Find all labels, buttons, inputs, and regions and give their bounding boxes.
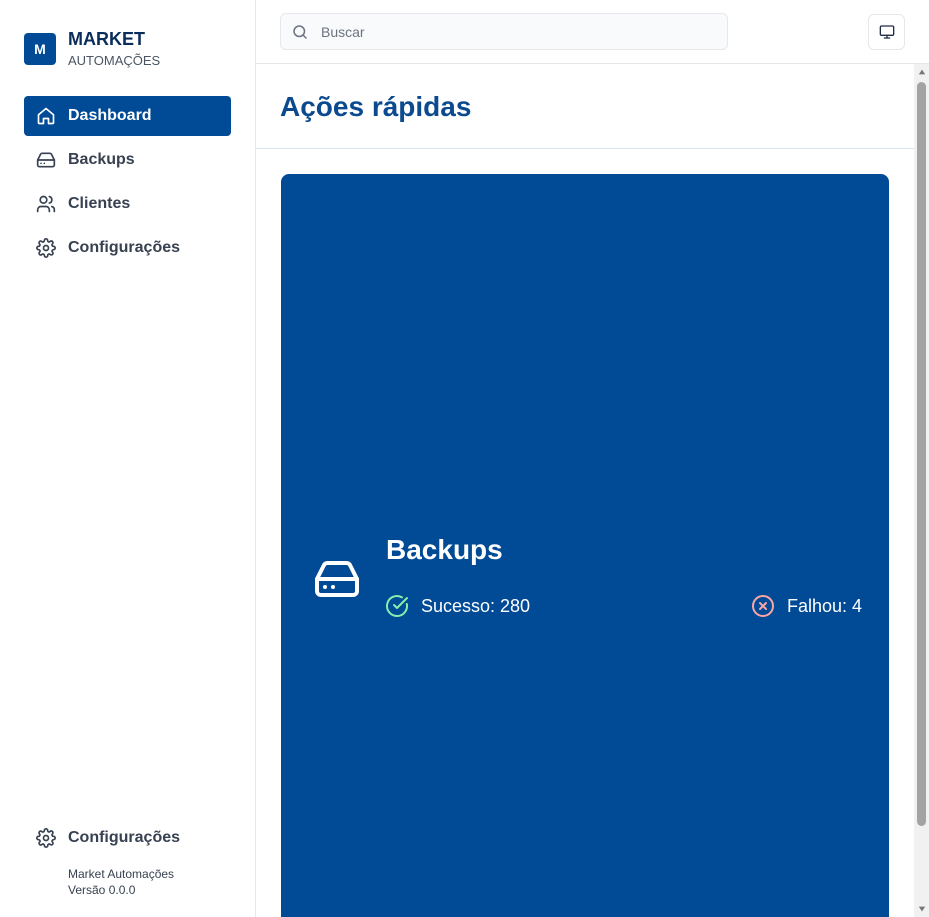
brand[interactable]: M MARKET AUTOMAÇÕES	[24, 28, 160, 70]
search-box[interactable]	[280, 13, 728, 50]
main-scrollbar[interactable]	[914, 64, 929, 917]
hard-drive-icon	[313, 555, 361, 603]
app-name: Market Automações	[68, 867, 175, 881]
main-content: Ações rápidas Backups Sucesso: 280 Falho…	[256, 64, 914, 917]
gear-icon	[36, 828, 56, 848]
sidebar-item-label: Clientes	[68, 195, 131, 212]
sidebar-item-clientes[interactable]: Clientes	[24, 184, 231, 224]
card-title: Backups	[386, 534, 503, 565]
success-count: Sucesso: 280	[421, 595, 531, 616]
backups-quick-action-card[interactable]: Backups Sucesso: 280 Falhou: 4	[281, 174, 889, 917]
monitor-icon	[879, 24, 895, 40]
failure-stat: Falhou: 4	[751, 594, 862, 618]
sidebar-item-backups[interactable]: Backups	[24, 140, 231, 180]
home-icon	[36, 106, 56, 126]
sidebar-item-label: Configurações	[68, 239, 181, 256]
brand-subtitle: AUTOMAÇÕES	[68, 53, 161, 68]
sidebar: M MARKET AUTOMAÇÕES Dashboard Backups Cl…	[0, 0, 256, 917]
app-info: Market Automações Versão 0.0.0	[24, 866, 231, 898]
gear-icon	[36, 238, 56, 258]
sidebar-footer: Configurações Market Automações Versão 0…	[24, 818, 231, 898]
hard-drive-icon	[36, 150, 56, 170]
search-icon	[291, 23, 309, 41]
brand-logo: M	[24, 33, 56, 65]
search-input[interactable]	[321, 23, 701, 40]
success-stat: Sucesso: 280	[385, 594, 530, 618]
failure-count: Falhou: 4	[787, 595, 863, 616]
sidebar-item-label: Dashboard	[68, 107, 152, 124]
topbar	[256, 0, 929, 64]
sidebar-footer-settings-label: Configurações	[68, 829, 181, 846]
app-version: Versão 0.0.0	[68, 883, 136, 897]
check-circle-icon	[385, 594, 409, 618]
x-circle-icon	[751, 594, 775, 618]
sidebar-nav: Dashboard Backups Clientes Configurações	[24, 96, 231, 272]
sidebar-item-label: Backups	[68, 151, 135, 168]
scroll-down-arrow-icon[interactable]	[917, 904, 926, 913]
page-header: Ações rápidas	[256, 64, 914, 149]
brand-text: MARKET AUTOMAÇÕES	[68, 28, 160, 70]
app-window: M MARKET AUTOMAÇÕES Dashboard Backups Cl…	[0, 0, 929, 917]
brand-name: MARKET	[68, 29, 145, 49]
sidebar-footer-settings[interactable]: Configurações	[24, 818, 231, 858]
users-icon	[36, 194, 56, 214]
sidebar-item-configuracoes[interactable]: Configurações	[24, 228, 231, 268]
page-title: Ações rápidas	[280, 91, 472, 122]
scroll-up-arrow-icon[interactable]	[917, 67, 926, 76]
sidebar-item-dashboard[interactable]: Dashboard	[24, 96, 231, 136]
display-mode-button[interactable]	[868, 14, 905, 50]
scroll-thumb[interactable]	[917, 82, 926, 826]
